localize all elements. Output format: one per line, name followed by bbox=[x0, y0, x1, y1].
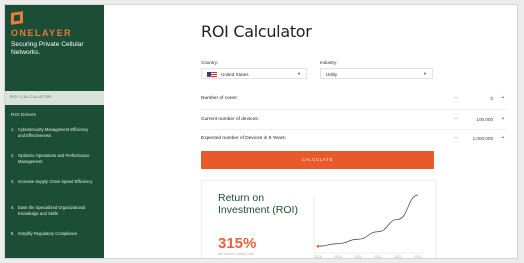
roi-start-point bbox=[316, 245, 320, 248]
section-tab[interactable]: ROI CALCULATOR bbox=[5, 91, 104, 105]
cores-value[interactable]: 0 bbox=[490, 96, 493, 101]
roi-series-line bbox=[317, 194, 419, 247]
sidebar-item-label: Simplify Regulatory Compliance bbox=[18, 231, 78, 236]
decrement-button[interactable]: − bbox=[452, 95, 460, 101]
main-content: ROI Calculator Country: United States ▼ … bbox=[104, 5, 517, 258]
logo-mark-icon bbox=[11, 11, 23, 25]
x-tick-label: 2019 bbox=[334, 255, 341, 259]
sidebar-item-label: Cybersecurity Management Efficiency and … bbox=[18, 127, 89, 138]
decrement-button[interactable]: − bbox=[452, 135, 460, 141]
sidebar: ONELAYER Securing Private Cellular Netwo… bbox=[5, 5, 104, 258]
industry-value: Utility bbox=[326, 72, 338, 77]
current-devices-label: Current number of devices: bbox=[201, 117, 259, 122]
brand-logo[interactable]: ONELAYER bbox=[11, 11, 71, 38]
sidebar-item-cybersecurity[interactable]: 1. Cybersecurity Management Efficiency a… bbox=[11, 127, 101, 153]
sidebar-item-label: Optimize Operations and Performance Mana… bbox=[18, 153, 90, 164]
app-window: ONELAYER Securing Private Cellular Netwo… bbox=[4, 4, 518, 259]
drivers-list: 1. Cybersecurity Management Efficiency a… bbox=[11, 127, 101, 257]
sidebar-item-supply-chain[interactable]: 3. Increase Supply Chain Speed Efficienc… bbox=[11, 179, 101, 205]
chevron-down-icon: ▼ bbox=[423, 71, 427, 76]
cores-label: Number of cores: bbox=[201, 96, 238, 101]
brand-tagline: Securing Private Cellular Networks. bbox=[11, 41, 84, 56]
chart-series-group bbox=[316, 194, 419, 248]
item-number: 1. bbox=[11, 127, 15, 132]
expected-devices-label: Expected number of Devices in 5 Years: bbox=[201, 136, 287, 141]
sidebar-item-compliance[interactable]: 5. Simplify Regulatory Compliance bbox=[11, 231, 101, 257]
roi-result-card: Return on Investment (ROI) 315% ROI OVER… bbox=[201, 180, 436, 259]
divider bbox=[201, 109, 507, 110]
x-tick-label: 2018 bbox=[314, 255, 321, 259]
drivers-heading: ROI Drivers bbox=[11, 113, 37, 118]
roi-chart: 2018 2019 2020 2021 2022 2023 bbox=[313, 194, 424, 259]
industry-select[interactable]: Utility ▼ bbox=[320, 68, 433, 79]
brand-name: ONELAYER bbox=[11, 28, 73, 38]
page-title: ROI Calculator bbox=[201, 22, 312, 41]
industry-label: Industry: bbox=[320, 60, 338, 65]
country-value: United States bbox=[221, 72, 249, 77]
x-tick-label: 2021 bbox=[374, 255, 381, 259]
item-number: 2. bbox=[11, 153, 15, 158]
sidebar-item-knowledge[interactable]: 4. Ease the Specialized Organizational K… bbox=[11, 205, 101, 231]
item-number: 4. bbox=[11, 205, 15, 210]
country-select[interactable]: United States ▼ bbox=[201, 68, 307, 79]
decrement-button[interactable]: − bbox=[452, 116, 460, 122]
roi-value: 315% bbox=[218, 235, 257, 252]
x-tick-label: 2023 bbox=[414, 255, 421, 259]
section-tab-label: ROI CALCULATOR bbox=[10, 94, 52, 99]
us-flag-icon bbox=[207, 72, 217, 78]
x-tick-label: 2020 bbox=[354, 255, 361, 259]
calculate-button[interactable]: CALCULATE bbox=[201, 151, 434, 169]
expected-devices-stepper[interactable]: − 1,000,000 + bbox=[452, 135, 507, 145]
sidebar-item-label: Increase Supply Chain Speed Efficiency bbox=[18, 179, 93, 184]
sidebar-item-label: Ease the Specialized Organizational Know… bbox=[18, 205, 86, 216]
increment-button[interactable]: + bbox=[499, 135, 507, 141]
item-number: 3. bbox=[11, 179, 15, 184]
chart-ticks-group: 2018 2019 2020 2021 2022 2023 bbox=[314, 255, 421, 259]
roi-subtitle: ROI OVER 5 YEARS | ROI bbox=[218, 252, 254, 256]
country-label: Country: bbox=[201, 60, 219, 65]
sidebar-item-operations[interactable]: 2. Optimize Operations and Performance M… bbox=[11, 153, 101, 179]
chevron-down-icon: ▼ bbox=[297, 71, 301, 76]
roi-title: Return on Investment (ROI) bbox=[218, 192, 298, 216]
x-tick-label: 2022 bbox=[394, 255, 401, 259]
increment-button[interactable]: + bbox=[499, 95, 507, 101]
cores-stepper[interactable]: − 0 + bbox=[452, 95, 507, 105]
item-number: 5. bbox=[11, 231, 15, 236]
current-devices-stepper[interactable]: − 100,000 + bbox=[452, 116, 507, 126]
current-devices-value[interactable]: 100,000 bbox=[476, 117, 493, 122]
expected-devices-value[interactable]: 1,000,000 bbox=[473, 136, 493, 141]
increment-button[interactable]: + bbox=[499, 116, 507, 122]
divider bbox=[201, 129, 507, 130]
